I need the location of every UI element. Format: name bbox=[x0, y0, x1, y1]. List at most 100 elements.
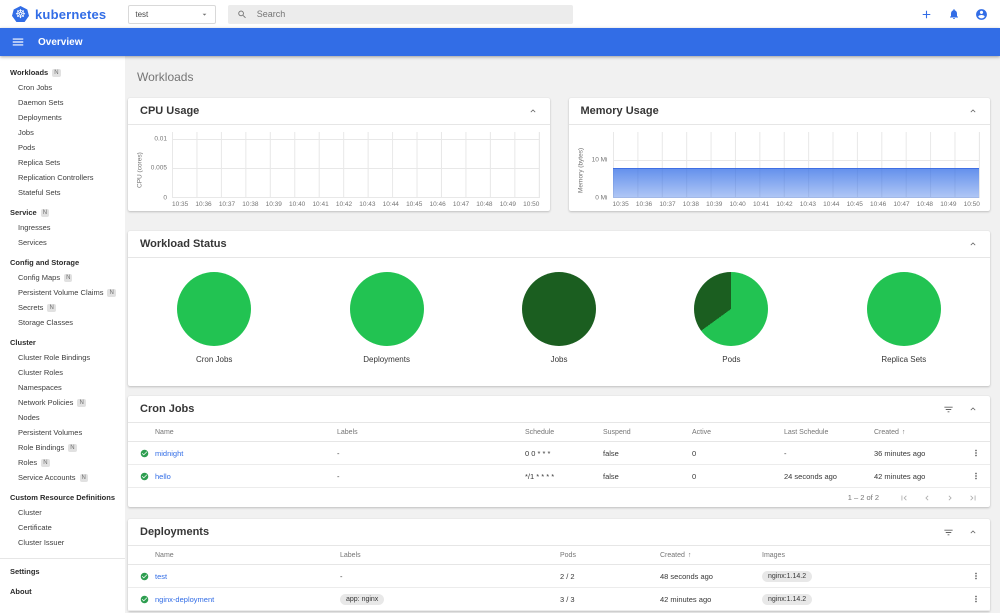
sidebar-item[interactable]: Cluster bbox=[0, 505, 125, 520]
first-page-button[interactable] bbox=[899, 493, 909, 503]
sidebar-item[interactable]: Nodes bbox=[0, 410, 125, 425]
account-button[interactable] bbox=[975, 8, 988, 21]
x-tick-label: 10:40 bbox=[729, 201, 746, 208]
namespace-selector[interactable]: test bbox=[128, 4, 217, 24]
x-tick-label: 10:49 bbox=[499, 201, 516, 208]
search-input[interactable] bbox=[256, 9, 565, 19]
row-menu-button[interactable] bbox=[966, 571, 990, 581]
sidebar-item-label: Custom Resource Definitions bbox=[10, 493, 116, 502]
sidebar-item[interactable]: Daemon Sets bbox=[0, 95, 125, 110]
sidebar-item[interactable]: Pods bbox=[0, 140, 125, 155]
sidebar-item[interactable]: Config Maps N bbox=[0, 270, 125, 285]
sidebar-item[interactable]: Persistent Volumes bbox=[0, 425, 125, 440]
sidebar-item-label: Service Accounts bbox=[18, 473, 76, 482]
column-header-created[interactable]: Created bbox=[874, 429, 966, 436]
namespaced-badge: N bbox=[107, 288, 116, 297]
namespaced-badge: N bbox=[64, 273, 73, 282]
sidebar-item[interactable]: Namespaces bbox=[0, 380, 125, 395]
sidebar-item-label: Jobs bbox=[18, 128, 34, 137]
sidebar-item[interactable]: Ingresses bbox=[0, 220, 125, 235]
sidebar-item-label: Config Maps bbox=[18, 273, 61, 282]
kubernetes-logo[interactable]: ☸ kubernetes bbox=[12, 6, 106, 22]
sidebar-item[interactable]: Certificate bbox=[0, 520, 125, 535]
sidebar-item[interactable]: Stateful Sets bbox=[0, 185, 125, 200]
prev-page-button[interactable] bbox=[922, 493, 932, 503]
suspend-cell: false bbox=[603, 471, 619, 481]
collapse-button[interactable] bbox=[968, 239, 978, 249]
deployments-table-body: test - 2 / 2 48 seconds ago nginx:1.14.2 bbox=[128, 565, 990, 611]
search-box[interactable] bbox=[228, 4, 574, 24]
namespaced-badge: N bbox=[41, 458, 50, 467]
deployment-name-link[interactable]: nginx-deployment bbox=[155, 595, 340, 604]
sidebar-item[interactable]: Cron Jobs bbox=[0, 80, 125, 95]
kebab-icon bbox=[975, 595, 977, 603]
column-header-name[interactable]: Name bbox=[155, 429, 337, 436]
labels-cell: - bbox=[337, 471, 340, 481]
sidebar-item[interactable]: Role Bindings N bbox=[0, 440, 125, 455]
chevron-up-icon bbox=[970, 109, 976, 113]
sidebar-item[interactable]: Roles N bbox=[0, 455, 125, 470]
kebab-icon bbox=[975, 472, 977, 480]
cpu-y-axis-label: CPU (cores) bbox=[136, 152, 144, 188]
sidebar-item[interactable]: Secrets N bbox=[0, 300, 125, 315]
row-menu-button[interactable] bbox=[966, 448, 990, 458]
deployments-title: Deployments bbox=[140, 526, 210, 538]
column-header-active: Active bbox=[692, 428, 712, 436]
x-tick-label: 10:37 bbox=[659, 201, 676, 208]
collapse-button[interactable] bbox=[968, 527, 978, 537]
row-menu-button[interactable] bbox=[966, 471, 990, 481]
sidebar-item[interactable]: Replica Sets bbox=[0, 155, 125, 170]
sidebar-item[interactable]: Deployments bbox=[0, 110, 125, 125]
menu-button[interactable] bbox=[11, 35, 25, 49]
sidebar-item[interactable]: Services bbox=[0, 235, 125, 250]
sidebar-item[interactable]: Settings bbox=[0, 564, 125, 579]
pie-label: Pods bbox=[722, 355, 741, 364]
last-page-button[interactable] bbox=[968, 493, 978, 503]
sidebar-item[interactable]: Cluster Issuer bbox=[0, 535, 125, 550]
sidebar-item[interactable]: Cluster bbox=[0, 335, 125, 350]
collapse-button[interactable] bbox=[528, 106, 538, 116]
namespaced-badge: N bbox=[52, 68, 61, 77]
sidebar-item[interactable]: Service Accounts N bbox=[0, 470, 125, 485]
cronjob-name-link[interactable]: hello bbox=[155, 472, 337, 481]
x-tick-label: 10:50 bbox=[523, 201, 540, 208]
sidebar-item[interactable]: Workloads N bbox=[0, 65, 125, 80]
last-page-icon bbox=[970, 495, 976, 500]
sidebar-item[interactable]: Persistent Volume Claims N bbox=[0, 285, 125, 300]
sidebar-item[interactable]: Network Policies N bbox=[0, 395, 125, 410]
pie-label: Replica Sets bbox=[881, 355, 927, 364]
sidebar-item[interactable]: Replication Controllers bbox=[0, 170, 125, 185]
x-tick-label: 10:39 bbox=[265, 201, 282, 208]
filter-button[interactable] bbox=[943, 404, 954, 415]
add-resource-button[interactable] bbox=[920, 8, 933, 21]
filter-list-icon bbox=[944, 529, 953, 535]
sidebar-item[interactable]: Cluster Roles bbox=[0, 365, 125, 380]
sidebar-item[interactable]: Custom Resource Definitions bbox=[0, 490, 125, 505]
sidebar-divider bbox=[0, 558, 125, 559]
column-header-name[interactable]: Name bbox=[155, 552, 340, 559]
cpu-x-ticks: 10:35 10:36 10:37 10:38 10:39 10:40 10:41 10:42… bbox=[172, 201, 540, 208]
sidebar-item[interactable]: Cluster Role Bindings bbox=[0, 350, 125, 365]
sidebar-item-label: Config and Storage bbox=[10, 258, 80, 267]
collapse-button[interactable] bbox=[968, 106, 978, 116]
notifications-button[interactable] bbox=[948, 8, 960, 20]
next-page-button[interactable] bbox=[945, 493, 955, 503]
x-tick-label: 10:46 bbox=[429, 201, 446, 208]
sidebar-item[interactable]: Jobs bbox=[0, 125, 125, 140]
sidebar-item[interactable]: Service N bbox=[0, 205, 125, 220]
filter-button[interactable] bbox=[943, 527, 954, 538]
chevron-up-icon bbox=[970, 242, 976, 246]
sidebar-item[interactable]: Config and Storage bbox=[0, 255, 125, 270]
row-menu-button[interactable] bbox=[966, 594, 990, 604]
column-header-pods: Pods bbox=[560, 551, 576, 559]
cpu-y-ticks: 0.01 0.005 0 bbox=[150, 135, 167, 202]
cronjob-name-link[interactable]: midnight bbox=[155, 449, 337, 458]
sidebar-item[interactable]: About bbox=[0, 584, 125, 599]
collapse-button[interactable] bbox=[968, 404, 978, 414]
deployment-name-link[interactable]: test bbox=[155, 572, 340, 581]
column-header-created[interactable]: Created bbox=[660, 552, 762, 559]
image-chip: nginx:1.14.2 bbox=[762, 570, 813, 582]
sidebar-item[interactable]: Storage Classes bbox=[0, 315, 125, 330]
label-chip: app: nginx bbox=[340, 593, 385, 605]
sidebar-item-label: Ingresses bbox=[18, 223, 51, 232]
